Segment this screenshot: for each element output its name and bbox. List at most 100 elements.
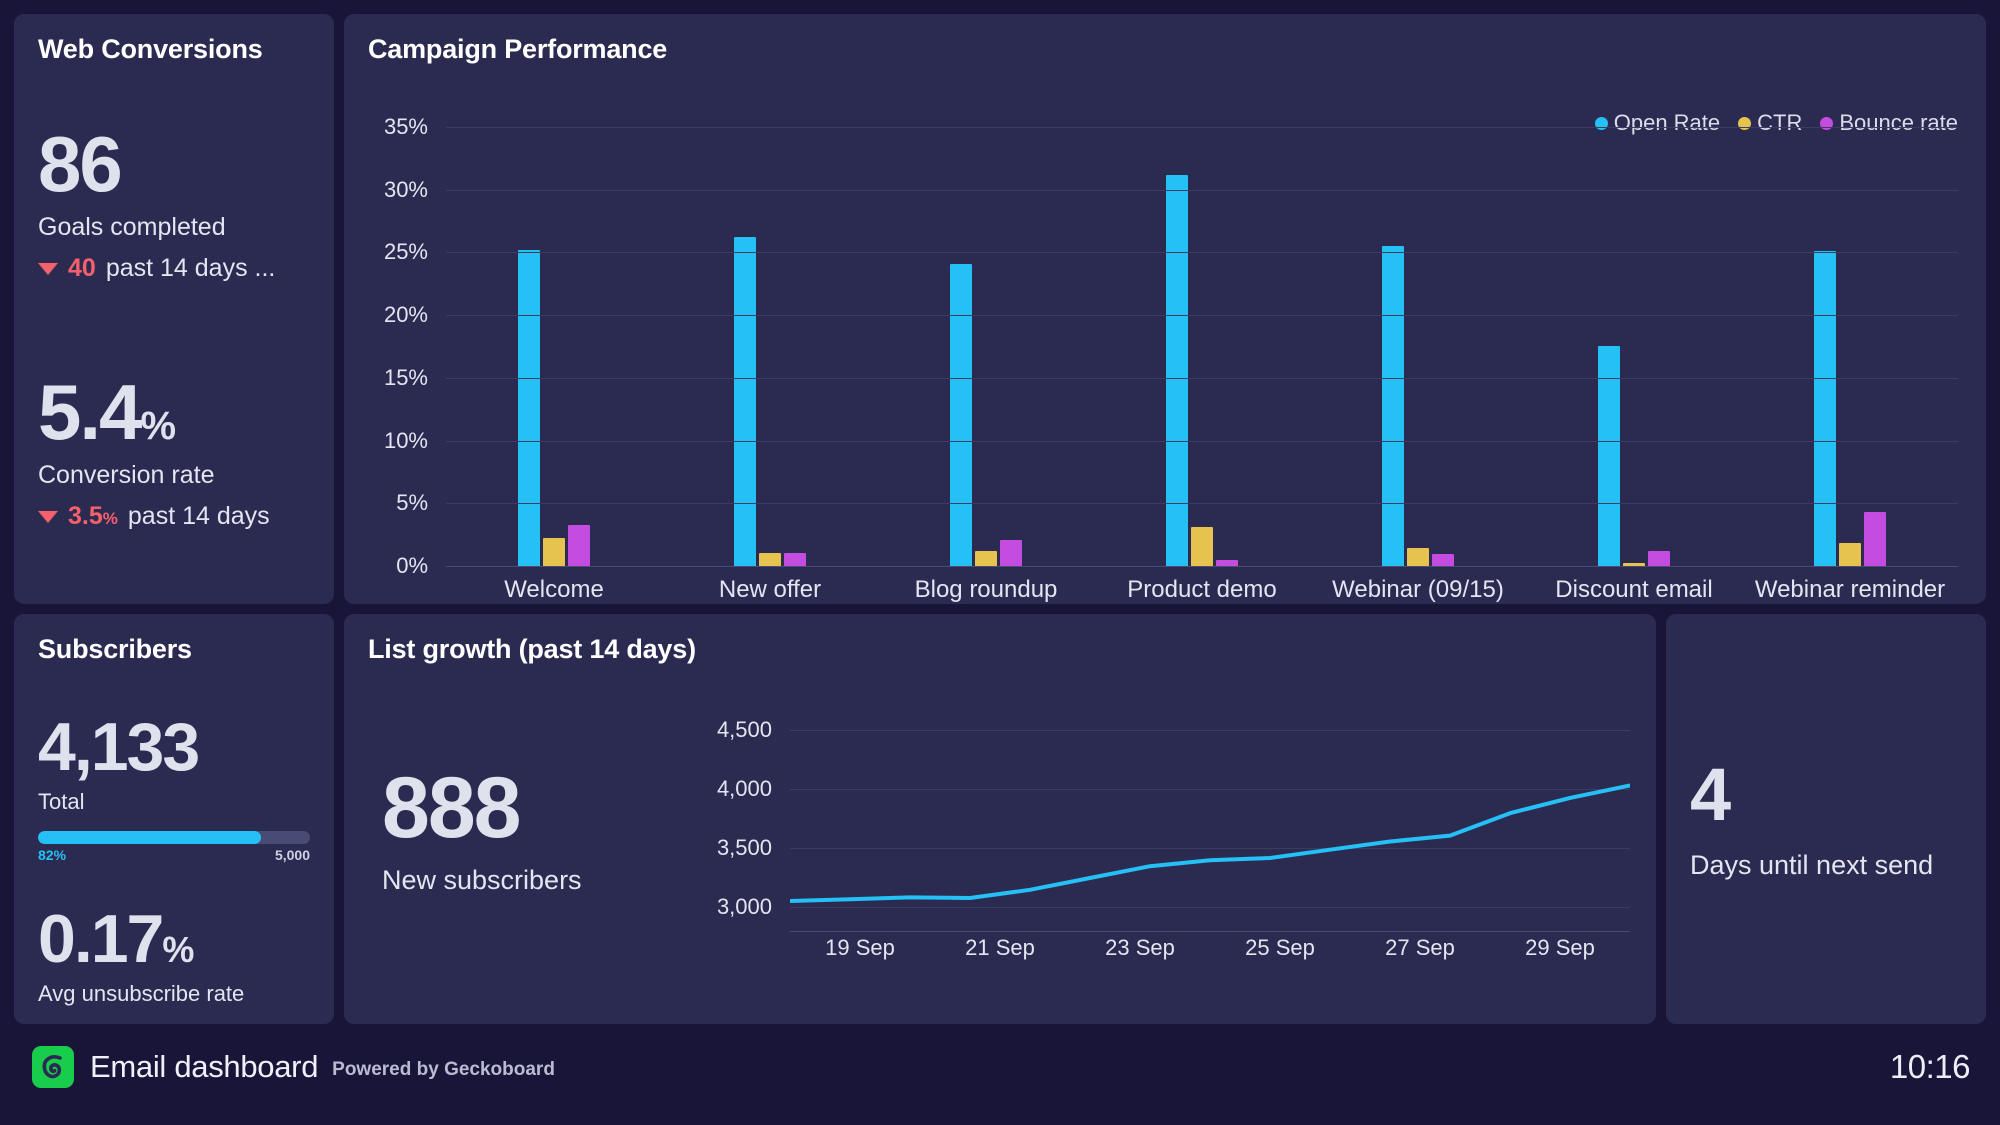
dashboard-footer: Email dashboard Powered by Geckoboard 10… (14, 1024, 1986, 1109)
progress-track (38, 831, 310, 844)
bar[interactable] (975, 550, 997, 566)
bar-gridline (446, 440, 1958, 442)
bar[interactable] (518, 249, 540, 566)
list-growth-plot: 4,500 4,000 3,500 3,000 19 Sep 21 Sep 23 Sep 2… (682, 717, 1630, 961)
bar-group-bars (518, 249, 590, 566)
bar-y-tick-label: 10% (383, 427, 428, 453)
progress-fill (38, 831, 262, 844)
bar-x-tick-label: Blog roundup (914, 576, 1058, 603)
conversion-rate-delta: 3.5% past 14 days (38, 502, 334, 531)
goals-completed-value: 86 (38, 120, 123, 208)
triangle-down-icon (38, 262, 58, 275)
bar[interactable] (1598, 346, 1620, 566)
bar-chart-groups (446, 127, 1958, 566)
conversion-rate-value-wrap: 5.4% (38, 373, 334, 451)
bar[interactable] (1432, 554, 1454, 566)
bar[interactable] (1839, 542, 1861, 566)
bar[interactable] (1191, 527, 1213, 566)
goals-delta-text: past 14 days ... (105, 254, 276, 283)
bar-chart-y-axis: 35% 30% 25% 20% 15% 10% 5% 0% (376, 114, 438, 578)
footer-clock: 10:16 (1889, 1047, 1971, 1085)
line-chart-series (790, 719, 1630, 931)
bar-x-tick-label: Webinar (09/15) (1332, 576, 1504, 603)
bar[interactable] (1407, 547, 1429, 566)
new-subscribers-value: 888 (382, 760, 522, 856)
line-x-tick-label: 29 Sep (1525, 934, 1595, 960)
unsubscribe-rate-label: Avg unsubscribe rate (38, 981, 245, 1006)
goals-completed-metric: 86 Goals completed 40 past 14 days ... (14, 120, 334, 283)
unsubscribe-rate-metric: 0.17% Avg unsubscribe rate (14, 905, 334, 1007)
next-send-card: 4 Days until next send (1666, 614, 1986, 1024)
dashboard-row-bottom: Subscribers 4,133 Total 82% 5,000 0.17% … (14, 614, 1986, 1024)
line-x-tick-label: 23 Sep (1105, 934, 1175, 960)
subscribers-total-value: 4,133 (38, 709, 200, 785)
bar-y-tick-label: 30% (383, 176, 428, 202)
bar-group-bars (1814, 250, 1886, 566)
subscribers-progress: 82% 5,000 (38, 831, 310, 863)
triangle-down-icon (38, 510, 58, 523)
bar-group (1526, 127, 1742, 566)
bar-y-tick-label: 15% (383, 364, 428, 390)
dashboard-row-top: Web Conversions 86 Goals completed 40 pa… (14, 14, 1986, 604)
progress-target-label: 5,000 (274, 847, 310, 863)
bar-chart-plot-area (446, 127, 1958, 567)
bar-gridline (446, 189, 1958, 191)
conversion-delta-number: 3.5 (68, 502, 103, 531)
bar[interactable] (543, 537, 565, 566)
conversion-delta-value: 3.5% (68, 502, 118, 531)
bar-gridline (446, 252, 1958, 254)
bar-x-tick-label: Webinar reminder (1754, 576, 1946, 603)
bar[interactable] (1000, 540, 1022, 566)
line-y-tick-label: 4,000 (716, 776, 772, 802)
dashboard-root: Web Conversions 86 Goals completed 40 pa… (0, 0, 2000, 1125)
bar[interactable] (1166, 174, 1188, 566)
unsubscribe-rate-value-wrap: 0.17% (38, 905, 334, 973)
line-y-tick-label: 4,500 (716, 717, 772, 743)
conversion-delta-unit: % (102, 509, 118, 529)
bar-group-bars (1598, 346, 1670, 566)
progress-percent-label: 82% (38, 847, 67, 863)
conversion-rate-value: 5.4 (38, 368, 142, 457)
bar-group-bars (1382, 245, 1454, 566)
new-subscribers-label: New subscribers (382, 865, 582, 895)
web-conversions-card: Web Conversions 86 Goals completed 40 pa… (14, 14, 334, 604)
line-y-tick-label: 3,500 (716, 835, 772, 861)
bar[interactable] (568, 524, 590, 566)
bar[interactable] (784, 553, 806, 566)
conversion-delta-text: past 14 days (127, 502, 270, 531)
bar[interactable] (1864, 511, 1886, 566)
bar-group-bars (950, 263, 1022, 566)
subscribers-card: Subscribers 4,133 Total 82% 5,000 0.17% … (14, 614, 334, 1024)
bar-y-tick-label: 25% (383, 239, 428, 265)
next-send-label: Days until next send (1690, 849, 1934, 880)
bar-group-bars (734, 236, 806, 566)
bar-y-tick-label: 20% (383, 302, 428, 328)
line-x-tick-label: 21 Sep (965, 934, 1035, 960)
campaign-performance-card: Campaign Performance Open Rate CTR Bounce … (344, 14, 1986, 604)
bar-y-tick-label: 35% (383, 114, 428, 139)
bar-group (446, 127, 662, 566)
line-x-tick-label: 19 Sep (825, 934, 895, 960)
bar[interactable] (1648, 550, 1670, 566)
new-subscribers-metric: 888 New subscribers (368, 765, 682, 896)
bar[interactable] (950, 263, 972, 566)
line-chart-x-axis: 19 Sep 21 Sep 23 Sep 25 Sep 27 Sep 29 Sep (790, 935, 1630, 961)
bar-group-bars (1166, 174, 1238, 566)
line-chart-plot-area (790, 719, 1630, 932)
line-y-tick-label: 3,000 (716, 893, 772, 919)
conversion-rate-metric: 5.4% Conversion rate 3.5% past 14 days (14, 373, 334, 531)
conversion-rate-unit: % (140, 404, 176, 449)
bar[interactable] (759, 553, 781, 566)
footer-title: Email dashboard (90, 1048, 319, 1084)
line-axis-baseline (790, 930, 1630, 932)
goals-delta-value: 40 (68, 254, 96, 283)
bar[interactable] (734, 236, 756, 566)
bar-group (878, 127, 1094, 566)
footer-powered-by: Powered by Geckoboard (332, 1058, 555, 1080)
geckoboard-swirl-icon (32, 1045, 74, 1088)
bar-group (1094, 127, 1310, 566)
bar[interactable] (1382, 245, 1404, 566)
conversion-rate-label: Conversion rate (38, 461, 215, 490)
bar[interactable] (1814, 250, 1836, 566)
bar-gridline (446, 566, 1958, 567)
